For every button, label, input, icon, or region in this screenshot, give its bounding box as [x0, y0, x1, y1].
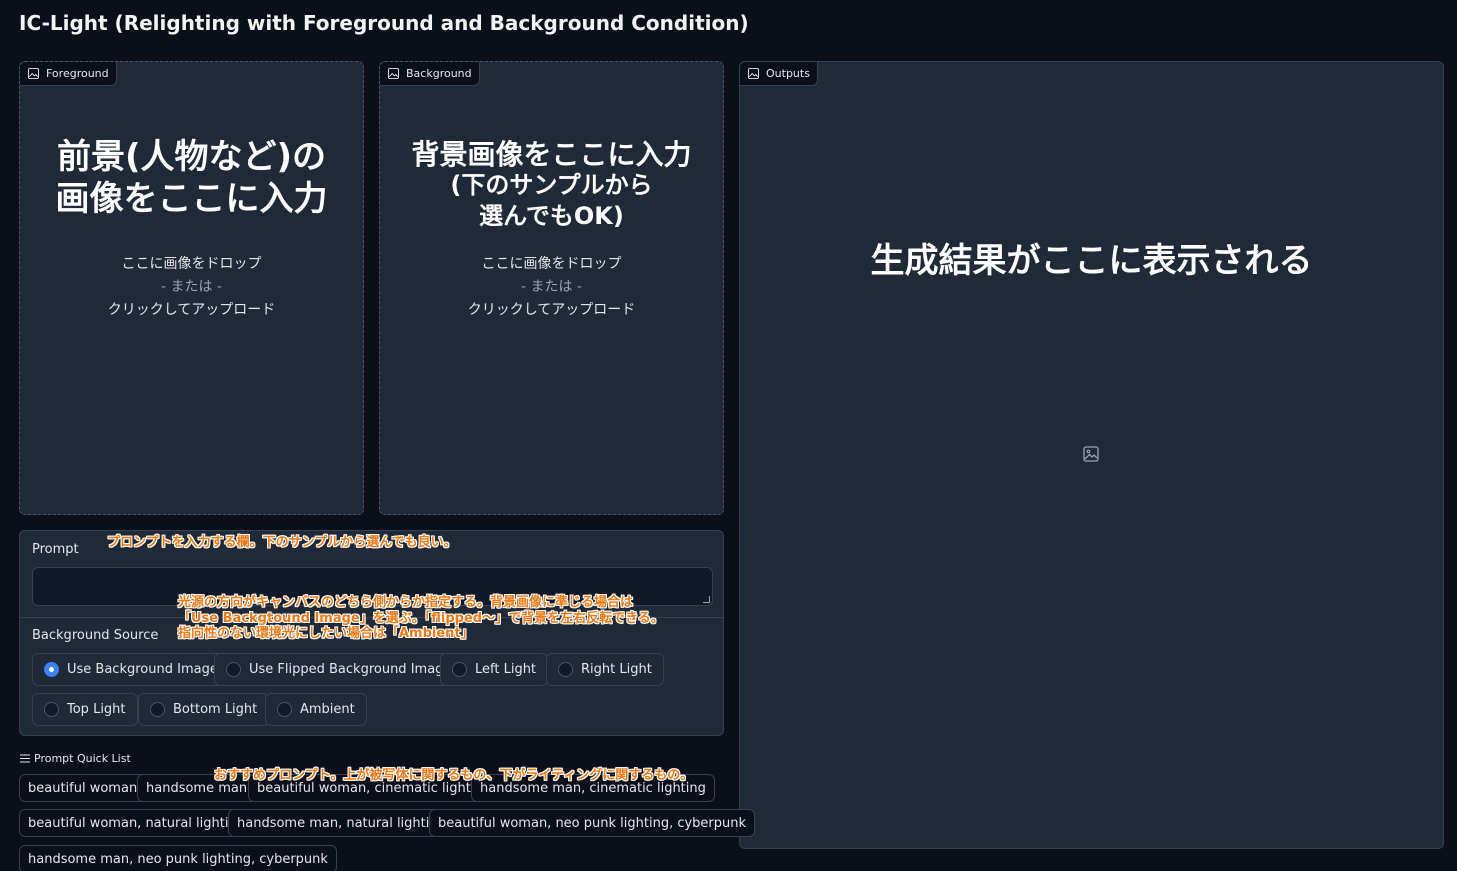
image-icon	[28, 68, 39, 79]
or-text: - または -	[520, 279, 582, 295]
radio-right-light[interactable]: Right Light	[546, 653, 664, 686]
radio-use-flipped-background-image[interactable]: Use Flipped Background Image	[214, 653, 464, 686]
annotation-line: 指向性のない環境光にしたい場合は「Ambient」	[178, 626, 474, 641]
quick-prompt-chip[interactable]: handsome man, natural lighting	[228, 809, 455, 837]
foreground-caption-line-1: 前景(人物など)の	[56, 137, 327, 177]
outputs-caption: 生成結果がここに表示される	[870, 241, 1313, 281]
image-icon	[388, 68, 399, 79]
background-caption: 背景画像をここに入力 (下のサンプルから 選んでもOK)	[380, 139, 723, 232]
app-title: IC-Light (Relighting with Foreground and…	[19, 11, 749, 35]
radio-indicator	[558, 662, 573, 677]
radio-label: Left Light	[475, 662, 537, 677]
foreground-upload[interactable]: Foreground 前景(人物など)の 画像をここに入力 ここに画像をドロップ…	[19, 61, 364, 515]
background-source-label: Background Source	[32, 628, 159, 643]
radio-bottom-light[interactable]: Bottom Light	[138, 693, 270, 726]
resize-handle[interactable]	[703, 596, 710, 603]
image-placeholder-icon	[1083, 446, 1099, 462]
background-source-annotation: 光源の方向がキャンバスのどちら側からか指定する。背景画像に準じる場合は 「Use…	[178, 595, 664, 642]
foreground-label: Foreground	[46, 67, 109, 80]
outputs-label: Outputs	[766, 67, 810, 80]
annotation-line: 「Use Backgtound Image」を選ぶ。「flipped〜」で背景を…	[178, 610, 664, 626]
foreground-caption-line-2: 画像をここに入力	[55, 179, 328, 219]
radio-label: Ambient	[300, 702, 355, 717]
radio-label: Use Background Image	[67, 662, 218, 677]
quick-prompt-chip[interactable]: beautiful woman, neo punk lighting, cybe…	[429, 809, 756, 837]
background-label-tab: Background	[380, 62, 480, 86]
background-caption-line-3: 選んでもOK)	[479, 202, 624, 230]
radio-indicator	[150, 702, 165, 717]
foreground-drop-hint: ここに画像をドロップ - または - クリックしてアップロード	[20, 253, 363, 322]
radio-label: Right Light	[581, 662, 652, 677]
prompt-quick-list-label: Prompt Quick List	[34, 752, 131, 765]
quick-prompt-chip[interactable]: beautiful woman	[19, 774, 147, 802]
quick-prompt-chip[interactable]: handsome man, neo punk lighting, cyberpu…	[19, 845, 337, 871]
list-icon	[20, 754, 30, 763]
prompt-annotation: プロンプトを入力する欄。下のサンプルから選んでも良い。	[107, 535, 457, 550]
or-text: - または -	[160, 279, 222, 295]
prompt-quick-list-title: Prompt Quick List	[20, 752, 131, 765]
radio-top-light[interactable]: Top Light	[32, 693, 138, 726]
background-upload[interactable]: Background 背景画像をここに入力 (下のサンプルから 選んでもOK) …	[379, 61, 724, 515]
quick-prompt-chip[interactable]: beautiful woman, natural lighting	[19, 809, 254, 837]
radio-indicator	[277, 702, 292, 717]
radio-ambient[interactable]: Ambient	[265, 693, 367, 726]
background-drop-hint: ここに画像をドロップ - または - クリックしてアップロード	[380, 253, 723, 322]
annotation-line: 光源の方向がキャンバスのどちら側からか指定する。背景画像に準じる場合は	[178, 595, 634, 610]
upload-text[interactable]: クリックしてアップロード	[380, 299, 723, 322]
radio-indicator	[44, 702, 59, 717]
radio-label: Use Flipped Background Image	[249, 662, 452, 677]
radio-left-light[interactable]: Left Light	[440, 653, 549, 686]
upload-text[interactable]: クリックしてアップロード	[20, 299, 363, 322]
radio-label: Top Light	[67, 702, 126, 717]
background-caption-line-1: 背景画像をここに入力	[411, 138, 692, 171]
drop-text: ここに画像をドロップ	[121, 256, 262, 272]
background-caption-line-2: (下のサンプルから	[450, 171, 653, 199]
prompt-label: Prompt	[32, 542, 79, 557]
quick-list-annotation: おすすめプロンプト。上が被写体に関するもの、下がライティングに関するもの。	[214, 768, 694, 783]
outputs-label-tab: Outputs	[740, 62, 818, 86]
radio-label: Bottom Light	[173, 702, 258, 717]
foreground-caption: 前景(人物など)の 画像をここに入力	[20, 136, 363, 220]
drop-text: ここに画像をドロップ	[481, 256, 622, 272]
radio-selected-indicator	[44, 662, 59, 677]
foreground-label-tab: Foreground	[20, 62, 117, 86]
radio-indicator	[452, 662, 467, 677]
radio-indicator	[226, 662, 241, 677]
image-icon	[748, 68, 759, 79]
radio-use-background-image[interactable]: Use Background Image	[32, 653, 230, 686]
background-label: Background	[406, 67, 472, 80]
